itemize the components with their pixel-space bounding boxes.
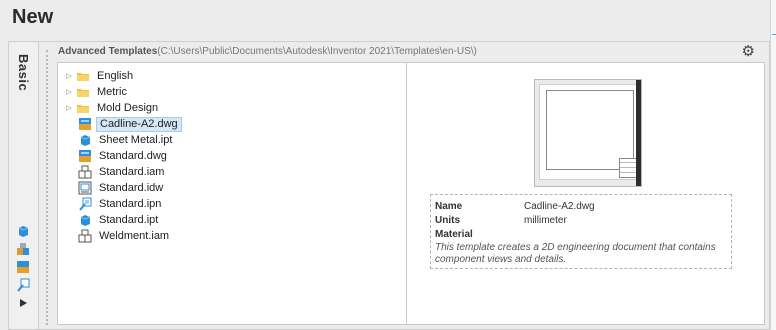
tree-list: ▷ English ▷ Metric ▷ Mold Design Cadline-A2.dw… [64,68,182,244]
expand-arrow-icon[interactable]: ▷ [64,72,74,80]
tree-folder[interactable]: ▷ English [64,68,182,84]
gear-icon[interactable]: ⚙ [742,42,755,60]
tree-file-label: Standard.idw [99,182,164,194]
tree-file[interactable]: Standard.idw [64,180,182,196]
folder-icon [76,69,90,83]
tree-file-label: Standard.dwg [99,150,167,162]
tree-file[interactable]: Standard.dwg [64,148,182,164]
template-thumbnail [534,79,642,187]
new-file-dialog: New Basic Advanced Templates(C:\Users\Pu… [0,0,776,330]
tree-folder-label: Metric [97,86,127,98]
tree-file-label: Standard.iam [99,166,165,178]
tree-file-label: Standard.ipn [99,198,162,210]
dwg-file-icon [78,149,92,163]
material-label: Material [435,228,473,240]
units-value: millimeter [524,214,567,226]
tree-file[interactable]: Standard.iam [64,164,182,180]
presentation-file-icon [78,197,92,211]
name-label: Name [435,200,463,212]
tree-folder-label: English [97,70,134,82]
tree-file[interactable]: Sheet Metal.ipt [64,132,182,148]
folder-icon [76,85,90,99]
templates-header-label: Advanced Templates [58,46,158,57]
splitter-handle[interactable] [46,50,48,325]
tab-basic-label: Basic [16,54,31,92]
part-icon[interactable] [16,224,30,238]
expand-arrow-icon[interactable]: ▷ [64,104,74,112]
tree-file-label: Weldment.iam [99,230,170,242]
name-value: Cadline-A2.dwg [524,200,595,212]
expand-arrow-icon[interactable] [16,296,30,310]
dwg-file-icon [78,117,92,131]
dwg-drawing-icon[interactable] [16,260,30,274]
template-tree: ▷ English ▷ Metric ▷ Mold Design Cadline-A2.dw… [57,62,407,325]
tree-file-label: Cadline-A2.dwg [96,116,182,132]
tree-file[interactable]: Standard.ipn [64,196,182,212]
expand-arrow-icon[interactable]: ▷ [64,88,74,96]
tree-file[interactable]: Weldment.iam [64,228,182,244]
template-details: Name Cadline-A2.dwg Units millimeter Mater… [430,194,732,269]
preview-pane: Name Cadline-A2.dwg Units millimeter Mater… [407,62,765,325]
basic-tab-icons [16,224,30,310]
folder-icon [76,101,90,115]
presentation-icon[interactable] [16,278,30,292]
drawing-file-icon [78,181,92,195]
tree-folder[interactable]: ▷ Mold Design [64,100,182,116]
tree-folder-label: Mold Design [97,102,159,114]
templates-path: (C:\Users\Public\Documents\Autodesk\Inve… [157,46,477,57]
assembly-file-icon [78,229,92,243]
window-edge [770,0,776,330]
tree-file-label: Standard.ipt [99,214,159,226]
dialog-title: New [12,6,54,28]
tree-file[interactable]: Cadline-A2.dwg [64,116,182,132]
units-label: Units [435,214,460,226]
assembly-file-icon [78,165,92,179]
tab-basic[interactable]: Basic [9,42,39,329]
tree-folder[interactable]: ▷ Metric [64,84,182,100]
tree-file[interactable]: Standard.ipt [64,212,182,228]
tree-file-label: Sheet Metal.ipt [99,134,173,146]
template-description: This template creates a 2D engineering d… [435,242,716,265]
part-file-icon [78,213,92,227]
assembly-icon[interactable] [16,242,30,256]
templates-header: Advanced Templates(C:\Users\Public\Docum… [58,46,477,57]
templates-panel: Basic Advanced Templates(C:\Users\Public… [8,41,770,330]
part-file-icon [78,133,92,147]
